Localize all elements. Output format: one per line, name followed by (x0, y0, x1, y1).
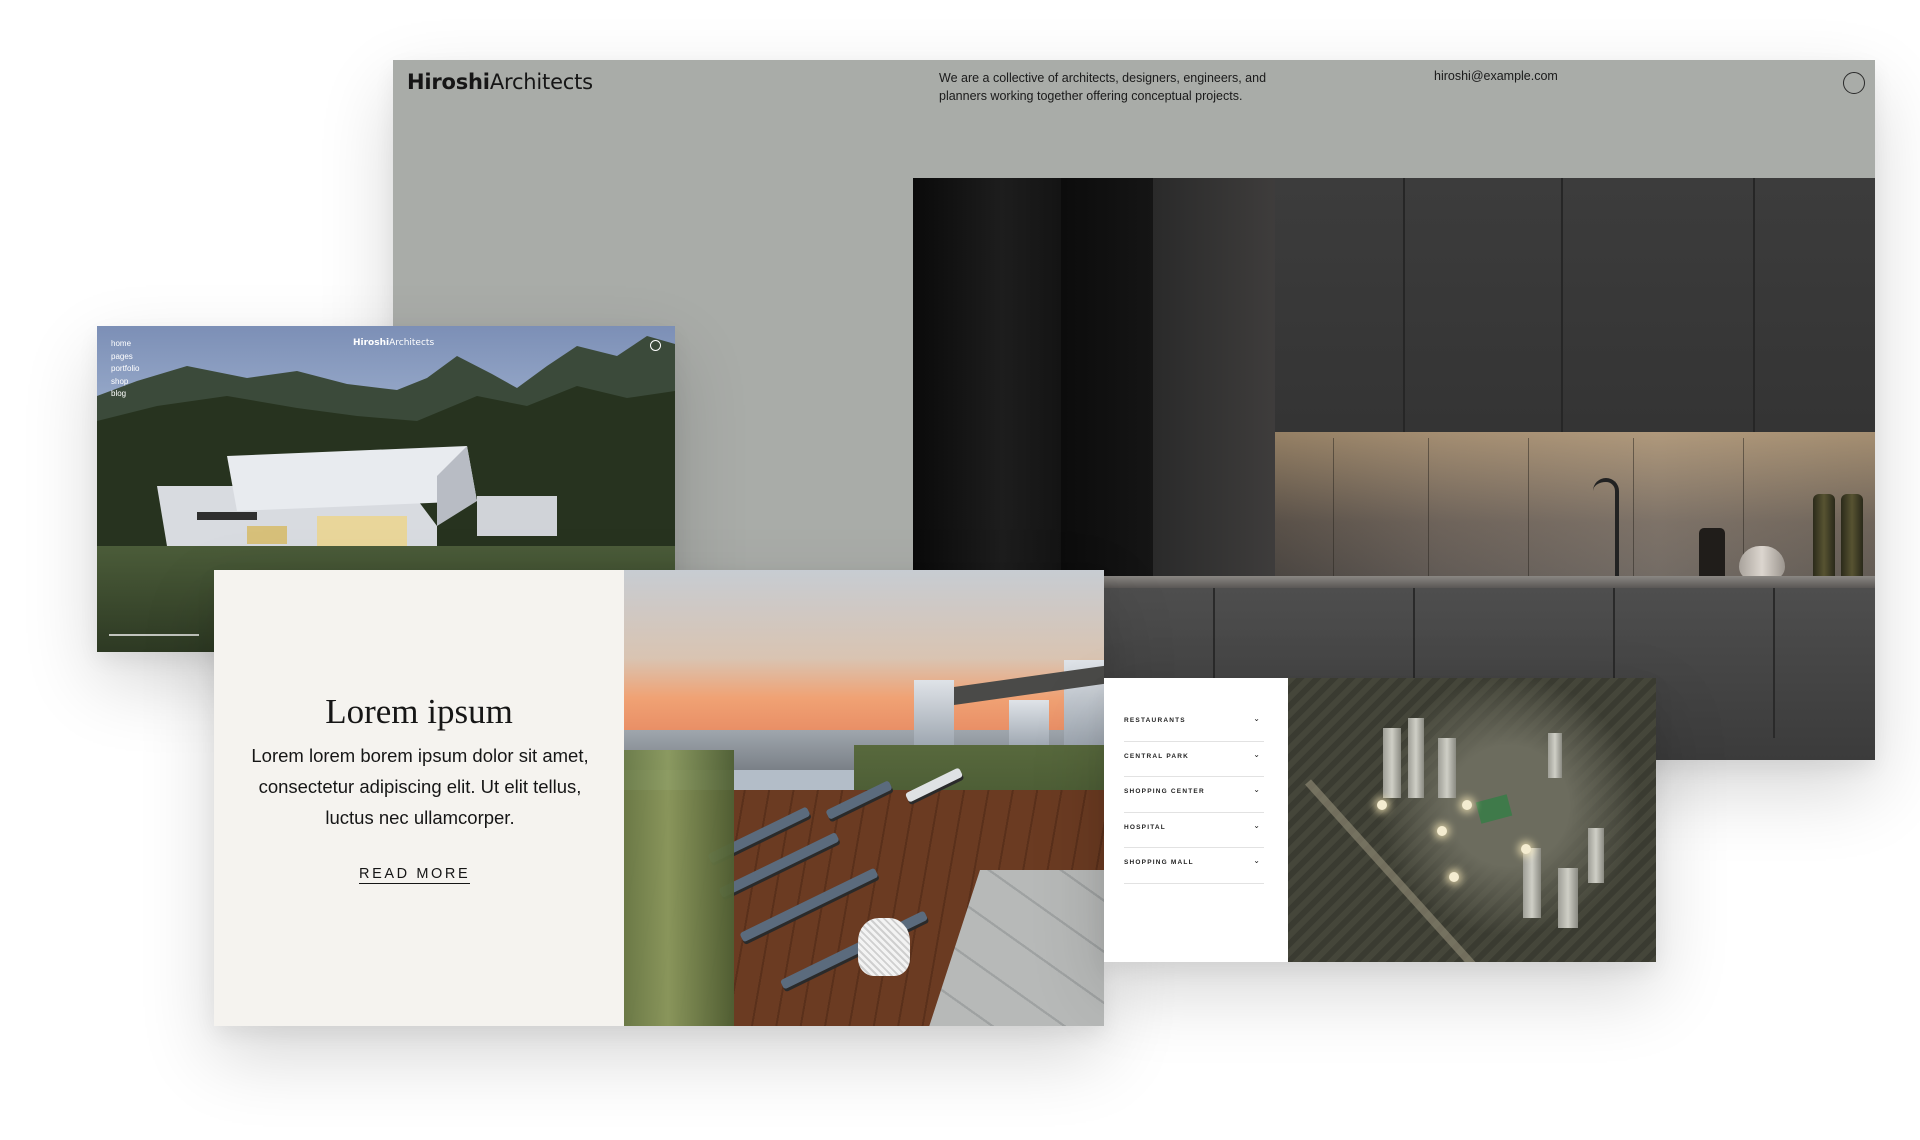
map-item-label: SHOPPING MALL (1124, 859, 1194, 866)
house-menu-circle-icon[interactable] (650, 340, 661, 351)
map-pin-icon[interactable] (1462, 800, 1472, 810)
map-item-label: CENTRAL PARK (1124, 752, 1190, 760)
contact-email-link[interactable]: hiroshi@example.com (1434, 69, 1558, 83)
rooftop-terrace-image (624, 570, 1104, 1026)
map-item-restaurants[interactable]: RESTAURANTS ⌄ (1124, 706, 1264, 742)
map-pin-icon[interactable] (1377, 800, 1387, 810)
house-logo-bold: Hiroshi (353, 338, 390, 348)
map-item-hospital[interactable]: HOSPITAL ⌄ (1124, 813, 1264, 848)
chevron-down-icon: ⌄ (1253, 749, 1260, 759)
map-item-shopping-mall[interactable]: SHOPPING MALL ⌄ (1124, 848, 1264, 884)
nav-item-shop[interactable]: shop (111, 376, 139, 389)
map-pin-icon[interactable] (1521, 844, 1531, 854)
map-card-preview: RESTAURANTS ⌄ CENTRAL PARK ⌄ SHOPPING CENT… (1104, 678, 1656, 962)
nav-item-pages[interactable]: pages (111, 351, 139, 364)
logo-bold-text: Hiroshi (407, 70, 490, 94)
card-body-text: Lorem lorem borem ipsum dolor sit amet, … (251, 745, 589, 828)
chevron-down-icon: ⌄ (1253, 856, 1260, 865)
house-logo-light: Architects (389, 338, 435, 348)
nav-item-home[interactable]: home (111, 338, 139, 351)
chevron-down-icon: ⌄ (1253, 820, 1260, 830)
map-item-central-park[interactable]: CENTRAL PARK ⌄ (1124, 742, 1264, 777)
modern-house-image (157, 446, 557, 546)
site-logo[interactable]: HiroshiArchitects (407, 70, 593, 94)
content-card-preview: Lorem ipsum Lorem lorem borem ipsum dolo… (214, 570, 1104, 1026)
map-item-shopping-center[interactable]: SHOPPING CENTER ⌄ (1124, 777, 1264, 813)
map-item-label: RESTAURANTS (1124, 717, 1186, 724)
map-pin-icon[interactable] (1449, 872, 1459, 882)
nav-item-portfolio[interactable]: portfolio (111, 363, 139, 376)
chevron-down-icon: ⌄ (1253, 714, 1260, 723)
site-tagline: We are a collective of architects, desig… (939, 71, 1267, 103)
map-item-label: HOSPITAL (1124, 823, 1166, 831)
logo-light-text: Architects (489, 70, 593, 94)
amenities-list: RESTAURANTS ⌄ CENTRAL PARK ⌄ SHOPPING CENT… (1124, 706, 1264, 884)
chevron-down-icon: ⌄ (1253, 785, 1260, 794)
read-more-link[interactable]: READ MORE (359, 866, 471, 884)
aerial-city-map-image (1288, 678, 1656, 962)
card-title: Lorem ipsum (325, 692, 513, 731)
nav-item-blog[interactable]: blog (111, 388, 139, 401)
house-nav: home pages portfolio shop blog (111, 338, 139, 401)
menu-circle-icon[interactable] (1843, 72, 1865, 94)
map-pin-icon[interactable] (1437, 826, 1447, 836)
map-item-label: SHOPPING CENTER (1124, 788, 1205, 795)
slider-progress-bar (109, 634, 199, 636)
house-site-logo[interactable]: HiroshiArchitects (353, 338, 434, 348)
